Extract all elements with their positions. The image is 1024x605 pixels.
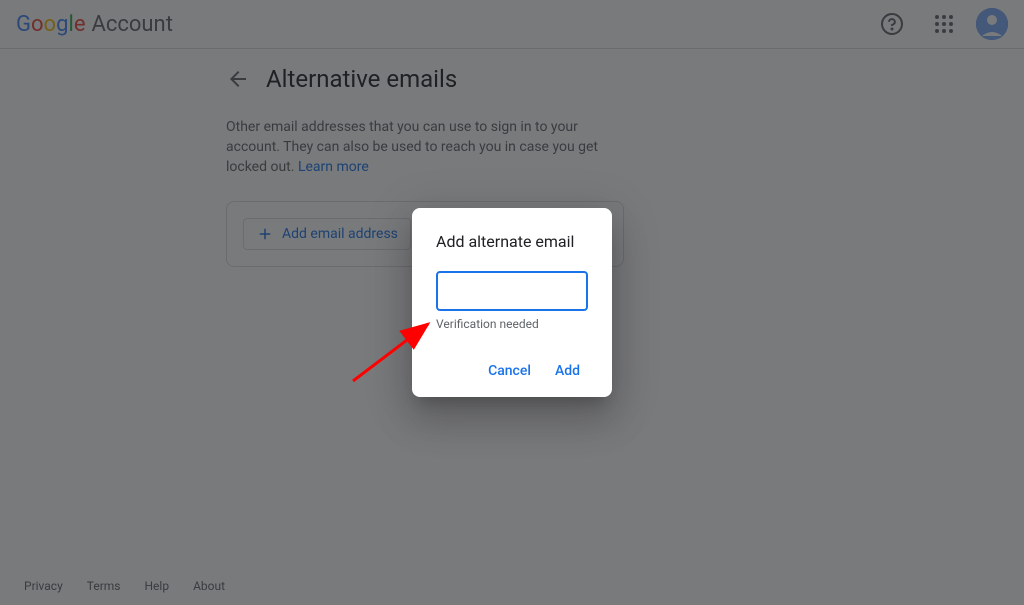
dialog-title: Add alternate email: [436, 232, 588, 251]
verification-helper: Verification needed: [436, 317, 588, 331]
add-email-dialog: Add alternate email Verification needed …: [412, 208, 612, 397]
alternate-email-input[interactable]: [436, 271, 588, 311]
add-button[interactable]: Add: [547, 355, 588, 387]
dialog-actions: Cancel Add: [436, 355, 588, 387]
modal-overlay[interactable]: Add alternate email Verification needed …: [0, 0, 1024, 605]
cancel-button[interactable]: Cancel: [480, 355, 539, 387]
